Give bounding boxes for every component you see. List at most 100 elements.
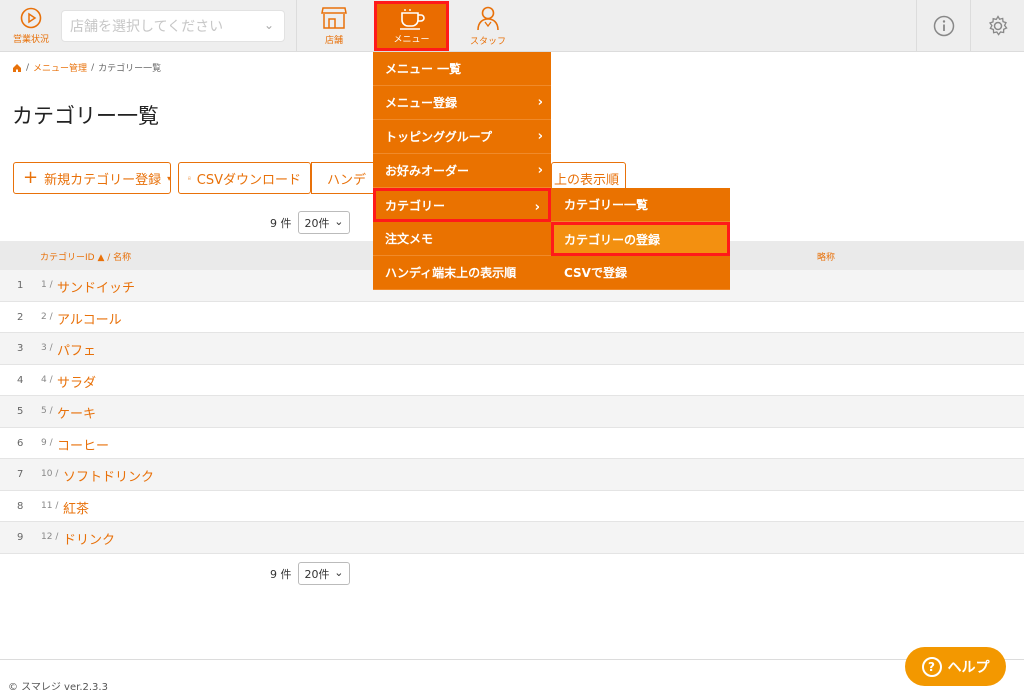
per-page-select[interactable]: 20件 ⌄ [297, 211, 350, 234]
column-header-short-name[interactable]: 略称 [817, 250, 835, 263]
menu-dropdown: メニュー 一覧 メニュー登録 › トッピンググループ › お好みオーダー › カテゴリー › 注文… [373, 52, 551, 290]
category-id: 9 / [41, 437, 53, 448]
chevron-right-icon: › [537, 95, 543, 110]
table-row: 3 3 / パフェ [0, 333, 1024, 365]
row-number: 7 [17, 469, 24, 480]
business-status-button[interactable]: 営業状況 [4, 0, 58, 52]
result-count: 9 件 [270, 216, 292, 230]
table-row: 5 5 / ケーキ [0, 396, 1024, 428]
chevron-down-icon: ⌄ [334, 566, 344, 579]
store-select-placeholder: 店舗を選択してください [70, 19, 224, 35]
category-name-link[interactable]: サラダ [57, 372, 96, 391]
row-number: 4 [17, 374, 24, 386]
row-number: 9 [17, 532, 24, 543]
footer-divider [0, 659, 1024, 660]
info-icon [933, 15, 954, 37]
handy-announce-button[interactable]: ハンデ [311, 162, 375, 194]
download-file-icon [188, 176, 191, 180]
submenu-item[interactable]: CSVで登録 [551, 256, 730, 290]
menu-item[interactable]: メニュー 一覧 [373, 52, 551, 86]
category-name-link[interactable]: サンドイッチ [57, 277, 135, 296]
result-count: 9 件 [270, 567, 292, 581]
settings-button[interactable] [970, 0, 1024, 52]
category-id: 2 / [41, 311, 53, 322]
row-number: 6 [17, 437, 24, 449]
chevron-down-icon: ⌄ [334, 215, 344, 228]
nav-staff-button[interactable]: スタッフ [452, 0, 524, 52]
category-name-link[interactable]: 紅茶 [63, 498, 89, 517]
menu-item[interactable]: メニュー登録 › [373, 86, 551, 120]
submenu-item[interactable]: カテゴリーの登録 [551, 222, 730, 256]
nav-store-label: 店舗 [324, 36, 343, 46]
csv-download-button[interactable]: CSVダウンロード [178, 162, 311, 194]
category-name-link[interactable]: アルコール [57, 309, 122, 328]
per-page-value: 20件 [304, 567, 330, 581]
home-icon[interactable] [12, 63, 22, 73]
category-id: 10 / [41, 469, 59, 479]
per-page-value: 20件 [304, 216, 330, 230]
menu-item-label: トッピンググループ [385, 130, 493, 144]
row-number: 5 [17, 406, 24, 417]
category-id: 12 / [41, 532, 59, 542]
store-select[interactable]: 店舗を選択してください ⌄ [61, 10, 285, 42]
question-icon: ? [921, 656, 942, 677]
breadcrumb-menu-management[interactable]: メニュー管理 [33, 61, 87, 74]
category-name-link[interactable]: ドリンク [63, 529, 115, 548]
menu-item[interactable]: ハンディ端末上の表示順 [373, 256, 551, 290]
business-status-label: 営業状況 [12, 35, 49, 45]
chevron-right-icon: › [537, 163, 543, 178]
menu-item-label: メニュー登録 [385, 96, 458, 110]
menu-item[interactable]: お好みオーダー › [373, 154, 551, 188]
category-name-link[interactable]: ケーキ [57, 403, 96, 422]
menu-item-label: ハンディ端末上の表示順 [385, 266, 517, 280]
help-button[interactable]: ? ヘルプ [905, 647, 1006, 686]
caret-down-icon: ▾ [167, 173, 171, 183]
chevron-right-icon: › [534, 200, 540, 215]
menu-item[interactable]: カテゴリー › [373, 188, 551, 222]
nav-menu-label: メニュー [393, 34, 430, 45]
pager-top: 9 件 20件 ⌄ [270, 211, 350, 234]
breadcrumb-current: カテゴリー一覧 [98, 64, 162, 74]
gear-icon [988, 15, 1008, 36]
table-row: 6 9 / コーヒー [0, 428, 1024, 459]
table-row: 9 12 / ドリンク [0, 522, 1024, 554]
play-circle-icon [20, 7, 42, 29]
page-title: カテゴリー一覧 [12, 104, 159, 128]
menu-item-label: お好みオーダー [385, 164, 470, 178]
coffee-cup-icon [399, 8, 425, 30]
chevron-down-icon: ⌄ [263, 18, 274, 32]
category-id: 1 / [41, 280, 53, 290]
display-order-label: 上の表示順 [554, 172, 620, 188]
category-id: 3 / [41, 343, 53, 353]
per-page-select[interactable]: 20件 ⌄ [297, 562, 350, 585]
new-category-button[interactable]: + 新規カテゴリー登録 ▾ [13, 162, 171, 194]
category-id: 11 / [41, 500, 59, 511]
column-header-id-name[interactable]: カテゴリーID ▲ / 名称 [40, 250, 131, 263]
table-row: 2 2 / アルコール [0, 302, 1024, 333]
info-button[interactable] [916, 0, 970, 52]
new-category-label: 新規カテゴリー登録 [44, 172, 162, 188]
row-number: 1 [17, 280, 24, 291]
nav-store-button[interactable]: 店舗 [298, 0, 370, 52]
row-number: 8 [17, 500, 24, 512]
table-row: 8 11 / 紅茶 [0, 491, 1024, 522]
row-number: 2 [17, 311, 24, 323]
menu-item-label: カテゴリー [385, 198, 446, 213]
handy-partial-label: ハンデ [327, 172, 367, 188]
category-name-link[interactable]: ソフトドリンク [63, 466, 154, 485]
row-number: 3 [17, 343, 24, 354]
category-name-link[interactable]: コーヒー [57, 435, 109, 454]
copyright-text: © スマレジ ver.2.3.3 [8, 682, 108, 690]
menu-item[interactable]: 注文メモ [373, 222, 551, 256]
menu-item-label: メニュー 一覧 [385, 62, 462, 76]
breadcrumb-separator: / [26, 62, 30, 73]
nav-menu-button[interactable]: メニュー [374, 1, 449, 51]
table-row: 7 10 / ソフトドリンク [0, 459, 1024, 491]
table-row: 4 4 / サラダ [0, 365, 1024, 396]
chevron-right-icon: › [537, 129, 543, 144]
divider [296, 0, 297, 52]
breadcrumb-separator: / [91, 62, 95, 73]
category-name-link[interactable]: パフェ [57, 340, 96, 359]
menu-item[interactable]: トッピンググループ › [373, 120, 551, 154]
submenu-item[interactable]: カテゴリー一覧 [551, 188, 730, 222]
